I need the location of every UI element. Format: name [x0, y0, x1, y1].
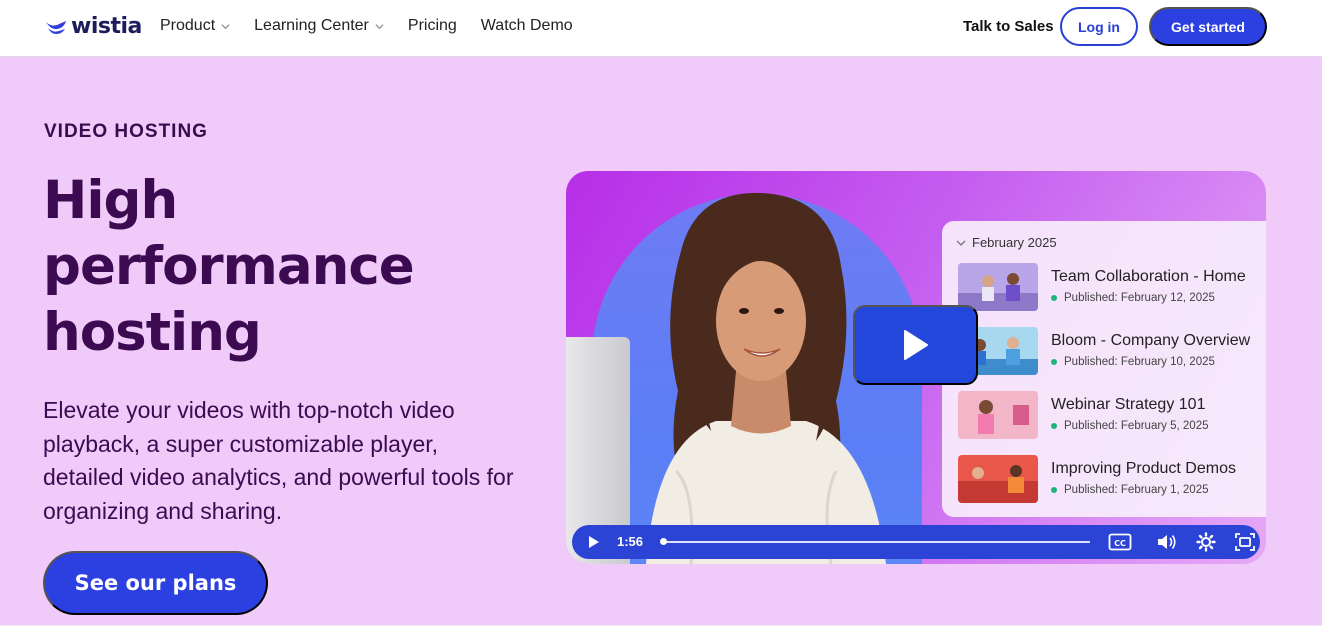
playlist-item[interactable]: Bloom - Company Overview Published: Febr… — [958, 327, 1266, 377]
hero-eyebrow: VIDEO HOSTING — [44, 121, 208, 142]
play-icon — [903, 330, 928, 360]
fullscreen-icon[interactable] — [1234, 532, 1256, 552]
playlist-item[interactable]: Team Collaboration - Home Published: Feb… — [958, 263, 1266, 313]
logo-wordmark: wistia — [71, 14, 142, 39]
published-text: Published: February 12, 2025 — [1064, 292, 1215, 304]
hero-subtext: Elevate your videos with top-notch video… — [43, 397, 514, 524]
volume-icon[interactable] — [1156, 532, 1178, 552]
chevron-down-icon — [956, 240, 966, 246]
scrubber-handle[interactable] — [660, 538, 667, 545]
nav-watch-demo[interactable]: Watch Demo — [481, 17, 573, 35]
nav-pricing-label: Pricing — [407, 17, 457, 34]
scrubber-track[interactable] — [662, 541, 1090, 543]
playlist-item-date: Published: February 5, 2025 — [1051, 420, 1208, 432]
see-our-plans-button[interactable]: See our plans — [43, 551, 268, 615]
nav-learning-center-label: Learning Center — [254, 17, 369, 34]
video-thumbnail — [958, 455, 1038, 503]
svg-text:CC: CC — [1114, 539, 1126, 548]
wistia-logo-icon — [46, 20, 66, 34]
published-text: Published: February 10, 2025 — [1064, 356, 1215, 368]
playlist-item-title: Webinar Strategy 101 — [1051, 396, 1206, 413]
login-button[interactable]: Log in — [1060, 7, 1138, 46]
hero-headline: High performance hosting — [43, 168, 503, 366]
get-started-button[interactable]: Get started — [1149, 7, 1267, 46]
chevron-down-icon — [375, 23, 384, 29]
settings-icon[interactable] — [1196, 532, 1216, 552]
playlist-month-toggle[interactable]: February 2025 — [956, 235, 1057, 250]
nav-watch-demo-label: Watch Demo — [480, 17, 573, 34]
primary-nav: Product Learning Center Pricing Watch De… — [160, 17, 597, 35]
playlist-month-label: February 2025 — [972, 235, 1057, 250]
published-text: Published: February 5, 2025 — [1064, 420, 1209, 432]
published-dot — [1051, 423, 1057, 429]
playlist-item-date: Published: February 1, 2025 — [1051, 484, 1208, 496]
headline-line-3: hosting — [43, 302, 262, 363]
player-controls: 1:56 CC — [572, 525, 1260, 559]
time-display: 1:56 — [617, 534, 644, 549]
headline-line-2: performance — [43, 236, 415, 297]
published-text: Published: February 1, 2025 — [1064, 484, 1209, 496]
nav-pricing[interactable]: Pricing — [408, 17, 457, 35]
wistia-logo[interactable]: wistia — [45, 14, 142, 39]
playlist-item-date: Published: February 10, 2025 — [1051, 356, 1215, 368]
top-nav: wistia Product Learning Center Pricing W… — [0, 0, 1322, 57]
playlist-item-title: Bloom - Company Overview — [1051, 332, 1251, 349]
nav-product-label: Product — [160, 17, 216, 34]
playlist-item-date: Published: February 12, 2025 — [1051, 292, 1215, 304]
playlist-item-title: Improving Product Demos — [1051, 460, 1236, 477]
published-dot — [1051, 487, 1057, 493]
published-dot — [1051, 295, 1057, 301]
published-dot — [1051, 359, 1057, 365]
playlist-item-title: Team Collaboration - Home — [1051, 268, 1246, 285]
big-play-button[interactable] — [853, 305, 978, 385]
captions-icon[interactable]: CC — [1108, 532, 1132, 552]
video-thumbnail — [958, 263, 1038, 311]
headline-line-1: High — [43, 170, 178, 231]
video-thumbnail — [958, 391, 1038, 439]
talk-to-sales-link[interactable]: Talk to Sales — [963, 18, 1054, 35]
chevron-down-icon — [221, 23, 230, 29]
video-player[interactable]: February 2025 Team Collaboration - Home … — [566, 171, 1266, 564]
video-playlist: February 2025 Team Collaboration - Home … — [942, 221, 1266, 517]
playlist-item[interactable]: Improving Product Demos Published: Febru… — [958, 455, 1266, 505]
play-icon[interactable] — [588, 535, 600, 549]
playlist-item[interactable]: Webinar Strategy 101 Published: February… — [958, 391, 1266, 441]
nav-learning-center[interactable]: Learning Center — [254, 17, 384, 35]
nav-product[interactable]: Product — [160, 17, 230, 35]
